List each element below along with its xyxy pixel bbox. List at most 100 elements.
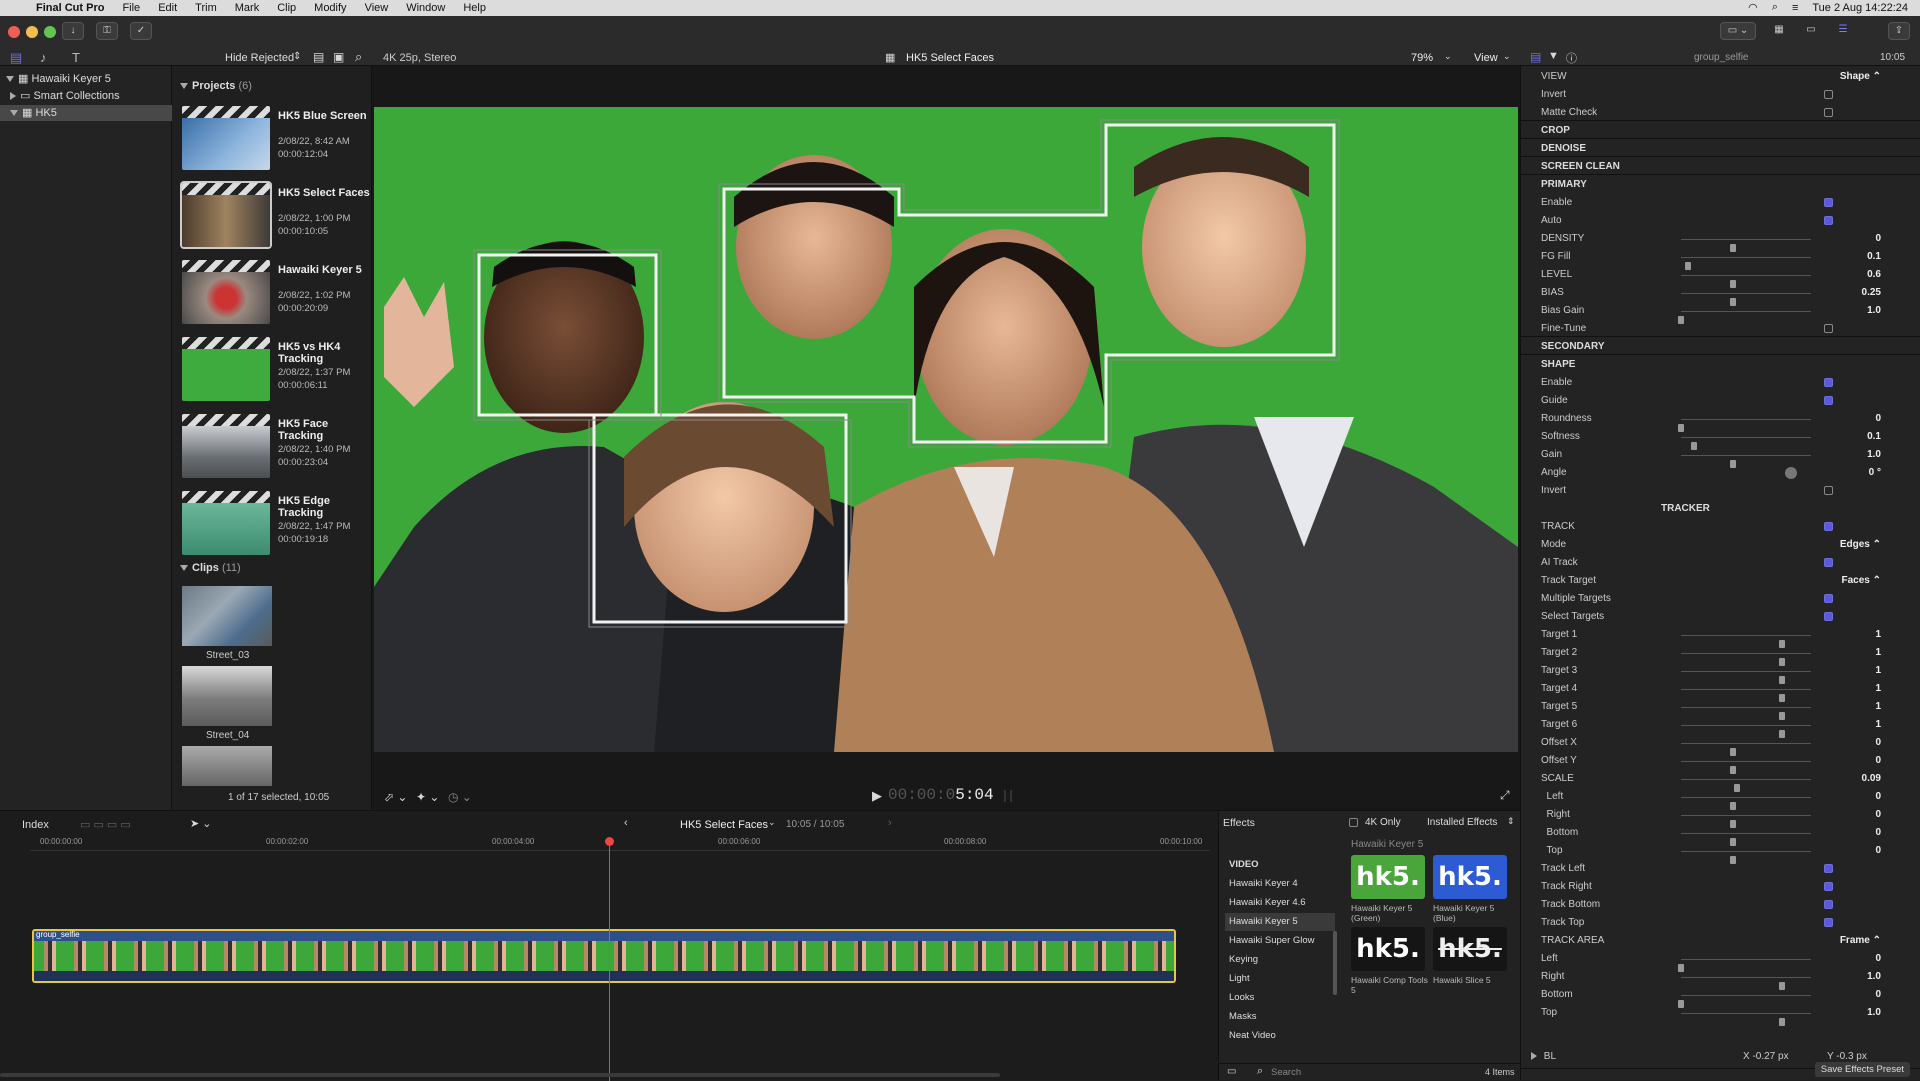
inspector-slider-track[interactable] (1681, 725, 1811, 738)
inspector-toggle[interactable]: ☰ (1832, 22, 1854, 40)
effects-category-item[interactable]: Hawaiki Super Glow (1225, 932, 1335, 950)
wifi-icon[interactable]: ◠ (1748, 1, 1758, 14)
project-item[interactable]: Hawaiki Keyer 5 2/08/22, 1:02 PM 00:00:2… (182, 260, 372, 330)
inspector-row-value[interactable]: 0.09 (1862, 770, 1881, 788)
4k-only-checkbox[interactable] (1349, 818, 1358, 827)
append-icon[interactable]: ▭ ▭ ▭ ▭ (80, 818, 131, 831)
inspector-slider-track[interactable] (1681, 257, 1811, 270)
inspector-slider-track[interactable] (1681, 671, 1811, 684)
inspector-row-value[interactable]: 0.6 (1867, 266, 1881, 284)
import-button[interactable]: ↓ (62, 22, 84, 40)
inspector-row-value[interactable]: 0 (1875, 788, 1881, 806)
zoom-button[interactable] (44, 26, 56, 38)
inspector-row-value[interactable]: Faces ⌃ (1841, 572, 1881, 590)
timeline-project-name[interactable]: HK5 Select Faces (680, 819, 768, 831)
inspector-section-header[interactable]: TRACKER (1661, 500, 1710, 518)
effects-category-item[interactable]: Neat Video (1225, 1027, 1335, 1045)
inspector-section-header[interactable]: PRIMARY (1541, 176, 1587, 194)
effects-search-input[interactable]: Search (1271, 1067, 1301, 1078)
inspector-checkbox[interactable] (1824, 378, 1833, 387)
inspector-slider-track[interactable] (1681, 833, 1811, 846)
inspector-slider-track[interactable] (1681, 1013, 1811, 1026)
inspector-slider-track[interactable] (1681, 797, 1811, 810)
effects-category-item[interactable]: Hawaiki Keyer 4 (1225, 875, 1335, 893)
browser-search-icon[interactable]: ⌕ (355, 49, 362, 65)
menu-view[interactable]: View (365, 2, 389, 14)
timeline-index-button[interactable]: Index (22, 819, 49, 831)
inspector-slider-track[interactable] (1678, 311, 1811, 324)
inspector-slider-track[interactable] (1681, 437, 1811, 450)
inspector-row-value[interactable]: 1.0 (1867, 1004, 1881, 1022)
video-inspector-icon[interactable]: ▤ (1530, 50, 1541, 64)
inspector-row-value[interactable]: 0 (1875, 986, 1881, 1004)
inspector-checkbox[interactable] (1824, 198, 1833, 207)
inspector-row-value[interactable]: 1 (1875, 716, 1881, 734)
disclosure-icon[interactable] (180, 83, 188, 90)
save-effects-preset-button[interactable]: Save Effects Preset (1814, 1062, 1910, 1077)
inspector-checkbox[interactable] (1824, 594, 1833, 603)
effect-tile-slice[interactable]: hk5. (1433, 927, 1507, 971)
effect-tile-hk5-green[interactable]: hk5. (1351, 855, 1425, 899)
playhead[interactable] (609, 839, 610, 1081)
inspector-row-value[interactable]: 1 (1875, 698, 1881, 716)
effects-category-item[interactable]: Keying (1225, 951, 1335, 969)
keyword-button[interactable]: ⚿ (96, 22, 118, 40)
inspector-checkbox[interactable] (1824, 108, 1833, 117)
inspector-row-value[interactable]: 0 ° (1869, 464, 1881, 482)
filmstrip-view-icon[interactable]: ▤ (313, 50, 324, 64)
disclosure-icon[interactable] (6, 76, 14, 83)
inspector-checkbox[interactable] (1824, 882, 1833, 891)
play-button[interactable]: ▶ (872, 788, 882, 804)
bl-x-value[interactable]: X -0.27 px (1743, 1048, 1789, 1066)
inspector-row-value[interactable]: Edges ⌃ (1840, 536, 1881, 554)
inspector-slider-track[interactable] (1681, 239, 1811, 252)
menu-help[interactable]: Help (463, 2, 486, 14)
search-icon[interactable]: ⌕ (1772, 1, 1778, 14)
projects-header[interactable]: Projects (6) (180, 80, 252, 92)
menu-trim[interactable]: Trim (195, 2, 217, 14)
effects-category-item[interactable]: Masks (1225, 1008, 1335, 1026)
inspector-slider-track[interactable] (1681, 275, 1811, 288)
installed-effects-dropdown[interactable]: Installed Effects (1427, 817, 1497, 828)
inspector-section-header[interactable]: SHAPE (1541, 356, 1575, 374)
inspector-slider-track[interactable] (1681, 815, 1811, 828)
effects-category-item-selected[interactable]: Hawaiki Keyer 5 (1225, 913, 1335, 931)
effect-tile-hk5-blue[interactable]: hk5. (1433, 855, 1507, 899)
timeline-clip[interactable]: group_selfie (32, 929, 1176, 983)
clips-header[interactable]: Clips (11) (180, 562, 241, 574)
inspector-slider-knob[interactable] (1779, 1018, 1786, 1026)
inspector-checkbox[interactable] (1824, 900, 1833, 909)
timeline-scrollbar[interactable] (0, 1073, 1000, 1077)
disclosure-icon[interactable] (10, 110, 18, 117)
disclosure-icon[interactable] (10, 92, 16, 101)
timeline-ruler[interactable]: 00:00:00:00 00:00:02:00 00:00:04:00 00:0… (30, 837, 1210, 851)
clip-thumbnail[interactable] (182, 746, 272, 786)
effect-tile-comp-tools[interactable]: hk5. (1351, 927, 1425, 971)
clip-appearance-icon[interactable]: ▣ (333, 50, 344, 64)
inspector-checkbox[interactable] (1824, 90, 1833, 99)
inspector-checkbox[interactable] (1824, 324, 1833, 333)
layout-button[interactable]: ▭ ⌄ (1720, 22, 1756, 40)
fullscreen-icon[interactable]: ⤢ (1500, 788, 1510, 803)
inspector-row-value[interactable]: 1.0 (1867, 446, 1881, 464)
inspector-slider-track[interactable] (1681, 653, 1811, 666)
close-button[interactable] (8, 26, 20, 38)
inspector-slider-track[interactable] (1681, 779, 1811, 792)
filter-inspector-icon[interactable]: ▼ (1548, 50, 1559, 62)
inspector-checkbox[interactable] (1824, 558, 1833, 567)
library-item-event[interactable]: ▦ HK5 (0, 105, 172, 121)
inspector-slider-track[interactable] (1681, 689, 1811, 702)
inspector-row-value[interactable]: 0 (1875, 230, 1881, 248)
inspector-checkbox[interactable] (1824, 612, 1833, 621)
inspector-checkbox[interactable] (1824, 216, 1833, 225)
info-inspector-icon[interactable]: ⓘ (1566, 50, 1577, 66)
inspector-slider-track[interactable] (1678, 419, 1811, 432)
inspector-row-value[interactable]: 1 (1875, 626, 1881, 644)
timecode-display[interactable]: 00:00:05:04 (888, 786, 994, 804)
menu-clip[interactable]: Clip (277, 2, 296, 14)
inspector-checkbox[interactable] (1824, 918, 1833, 927)
inspector-row-value[interactable]: 1.0 (1867, 968, 1881, 986)
transform-tool-icon[interactable]: ⬀ ⌄ (384, 790, 407, 804)
inspector-checkbox[interactable] (1824, 486, 1833, 495)
inspector-row-value[interactable]: 1 (1875, 680, 1881, 698)
